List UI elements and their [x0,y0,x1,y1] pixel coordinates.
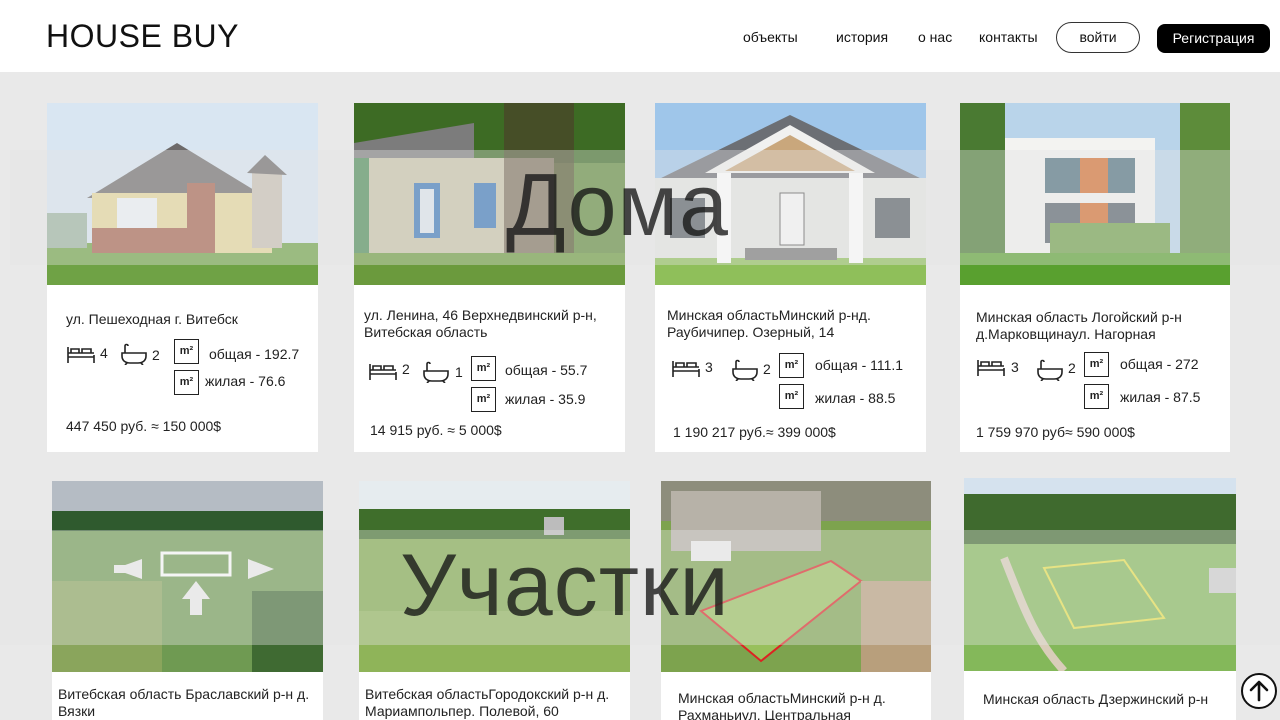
bath-icon [732,359,758,381]
nav-objects[interactable]: объекты [743,29,798,45]
area-icon: m² [1084,352,1109,377]
site-logo[interactable]: HOUSE BUY [46,18,239,55]
price-row: 1 759 970 руб≈ 590 000$ [976,424,1135,440]
price-usd: 150 000$ [162,418,222,434]
house-address: ул. Ленина, 46 Верхнедвинский р-н, Витеб… [364,307,597,340]
area-icon: m² [174,370,199,395]
beds-count: 2 [402,361,410,377]
price-usd: 590 000$ [1076,424,1135,440]
bed-icon [67,347,95,363]
total-area: общая - 192.7 [209,346,300,362]
area-icon: m² [471,356,496,381]
nav-contacts[interactable]: контакты [979,29,1038,45]
living-area: жилая - 76.6 [205,373,286,389]
total-area: общая - 55.7 [505,362,588,378]
total-area: общая - 111.1 [815,357,904,373]
beds-count: 4 [100,345,108,361]
living-area: жилая - 88.5 [815,390,896,406]
baths-count: 1 [455,364,463,380]
nav-history[interactable]: история [836,29,888,45]
section-title-houses: Дома [506,155,729,254]
plot-address: Минская областьМинский р-н д. Рахманьиул… [678,690,886,720]
baths-count: 2 [152,347,160,363]
baths-count: 2 [763,361,771,377]
price-byn: 447 450 руб. [66,418,148,434]
register-button[interactable]: Регистрация [1157,24,1270,53]
price-byn: 1 190 217 руб. [673,424,766,440]
approx-icon: ≈ [1064,424,1073,440]
living-area: жилая - 35.9 [505,391,586,407]
approx-icon: ≈ [447,422,455,438]
price-usd: 399 000$ [777,424,836,440]
site-header: HOUSE BUY объекты история о нас контакты… [0,0,1280,72]
price-byn: 14 915 руб. [370,422,444,438]
scroll-top-button[interactable] [1241,673,1277,709]
area-icon: m² [1084,384,1109,409]
plot-address: Витебская область Браславский р-н д. Вяз… [58,686,310,719]
arrow-up-icon [1249,680,1269,702]
area-icon: m² [779,384,804,409]
baths-count: 2 [1068,360,1076,376]
bath-icon [121,343,147,365]
house-address: Минская областьМинский р-нд. Раубичипер.… [667,307,871,340]
house-address: Минская область Логойский р-н д.Марковщи… [976,309,1182,342]
living-area: жилая - 87.5 [1120,389,1201,405]
area-icon: m² [779,353,804,378]
bed-icon [672,361,700,377]
total-area: общая - 272 [1120,356,1199,372]
bed-icon [369,364,397,380]
plot-address: Минская область Дзержинский р-н [983,691,1209,707]
approx-icon: ≈ [765,424,774,440]
beds-count: 3 [1011,359,1019,375]
login-button[interactable]: войти [1056,22,1140,53]
price-byn: 1 759 970 руб [976,424,1065,440]
price-row: 14 915 руб. ≈ 5 000$ [370,422,502,438]
area-icon: m² [471,387,496,412]
bath-icon [1037,359,1063,381]
plot-address: Витебская областьГородокский р-н д. Мари… [365,686,610,719]
price-row: 447 450 руб. ≈ 150 000$ [66,418,221,434]
beds-count: 3 [705,359,713,375]
nav-about[interactable]: о нас [918,29,952,45]
bath-icon [423,361,449,383]
area-icon: m² [174,339,199,364]
house-address: ул. Пешеходная г. Витебск [66,311,238,327]
price-usd: 5 000$ [458,422,502,438]
price-row: 1 190 217 руб.≈ 399 000$ [673,424,836,440]
bed-icon [977,360,1005,376]
approx-icon: ≈ [151,418,159,434]
section-title-plots: Участки [400,535,730,634]
